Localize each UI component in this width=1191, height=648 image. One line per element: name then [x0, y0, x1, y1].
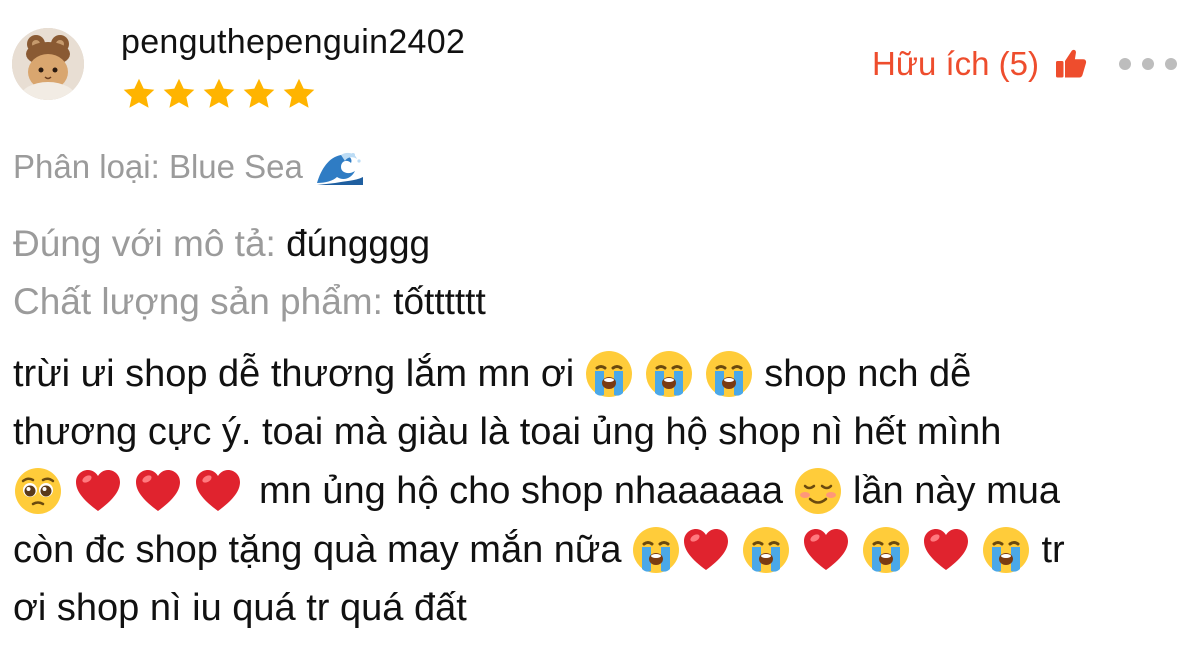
crying-face-emoji-icon [631, 525, 681, 575]
attribute-row: Chất lượng sản phẩm: tốtttttt [13, 277, 486, 327]
rating-stars [120, 76, 318, 112]
variation-label: Phân loại: Blue Sea [13, 146, 365, 188]
thumbs-up-icon [1056, 49, 1087, 78]
red-heart-emoji-icon [801, 525, 851, 575]
star-icon [163, 78, 195, 108]
review-text: ơi shop nì iu quá tr quá đất [13, 587, 467, 629]
more-options-button[interactable] [1119, 50, 1177, 78]
star-icon [283, 78, 315, 108]
star-icon [203, 78, 235, 108]
attribute-row: Đúng với mô tả: đúngggg [13, 219, 430, 269]
smiling-blush-emoji-icon [793, 466, 843, 516]
star-icon [123, 78, 155, 108]
reviewer-username[interactable]: penguthepenguin2402 [121, 22, 465, 62]
review-text: còn đc shop tặng quà may mắn nữa [13, 529, 622, 571]
attribute-value: tốtttttt [393, 281, 486, 322]
attribute-value: đúngggg [286, 223, 431, 264]
variation-text: Phân loại: Blue Sea [13, 148, 303, 185]
review-text: lần này mua [852, 470, 1060, 512]
star-icon [243, 78, 275, 108]
avatar[interactable] [12, 28, 84, 100]
review-text: trừi ưi shop dễ thương lắm mn ơi [13, 353, 575, 395]
review-card: penguthepenguin2402 Hữu ích (5) Phân loạ… [0, 0, 1191, 648]
red-heart-emoji-icon [921, 525, 971, 575]
review-text: mn ủng hộ cho shop nhaaaaaa [259, 470, 783, 512]
crying-face-emoji-icon [644, 349, 694, 399]
more-dot [1119, 58, 1131, 70]
red-heart-emoji-icon [193, 466, 243, 516]
red-heart-emoji-icon [133, 466, 183, 516]
review-text: tr [1041, 529, 1065, 571]
crying-face-emoji-icon [981, 525, 1031, 575]
crying-face-emoji-icon [584, 349, 634, 399]
more-dot [1142, 58, 1154, 70]
red-heart-emoji-icon [681, 525, 731, 575]
red-heart-emoji-icon [73, 466, 123, 516]
wave-emoji-icon [314, 149, 365, 185]
avatar-cat-icon [12, 28, 84, 100]
helpful-button[interactable]: Hữu ích (5) [872, 44, 1089, 84]
helpful-label: Hữu ích (5) [872, 45, 1039, 82]
attribute-key: Đúng với mô tả: [13, 223, 276, 264]
pleading-face-emoji-icon [13, 466, 63, 516]
crying-face-emoji-icon [741, 525, 791, 575]
crying-face-emoji-icon [704, 349, 754, 399]
crying-face-emoji-icon [861, 525, 911, 575]
review-text: shop nch dễ [764, 353, 972, 395]
more-dot [1165, 58, 1177, 70]
attribute-key: Chất lượng sản phẩm: [13, 281, 383, 322]
review-text: thương cực ý. toai mà giàu là toai ủng h… [13, 411, 1002, 453]
